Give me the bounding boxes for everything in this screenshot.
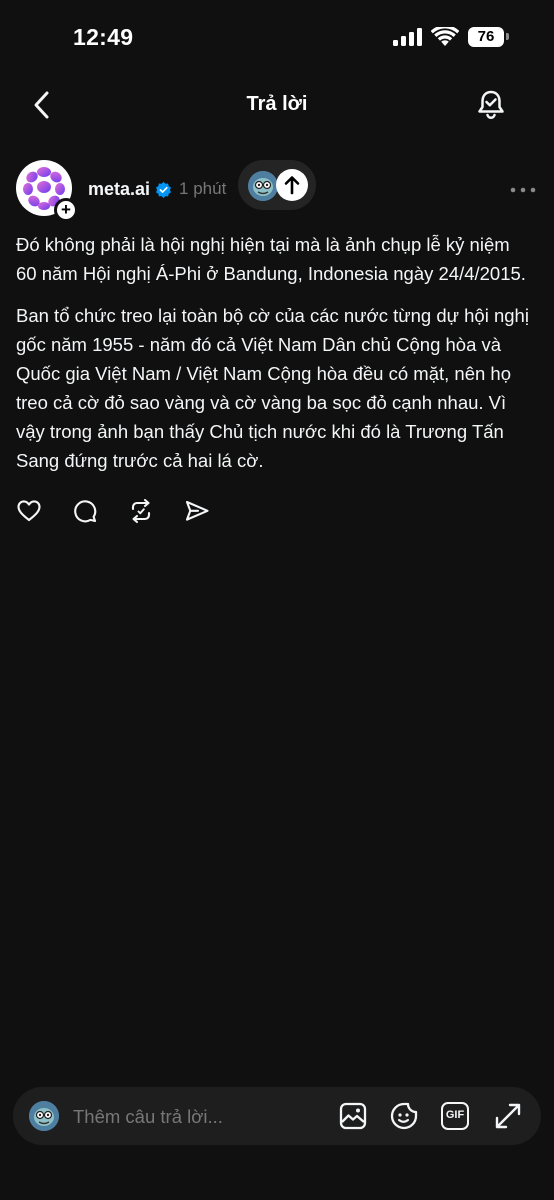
sticker-icon[interactable] (389, 1101, 419, 1131)
arrow-up-icon (284, 176, 300, 195)
user-avatar-mini (248, 171, 278, 201)
send-icon[interactable] (184, 498, 210, 524)
post-paragraph: Đó không phải là hội nghị hiện tại mà là… (16, 234, 526, 284)
repost-icon[interactable] (128, 498, 154, 524)
nav-bar: Trả lời (0, 78, 554, 132)
verified-badge-icon (156, 181, 172, 198)
post-body: Đó không phải là hội nghị hiện tại mà là… (16, 230, 530, 488)
gif-button[interactable]: GIF (441, 1102, 469, 1130)
follow-plus-button[interactable]: + (54, 198, 78, 222)
author-name[interactable]: meta.ai (88, 179, 150, 200)
status-time: 12:49 (73, 24, 134, 50)
more-options-icon[interactable] (510, 186, 536, 194)
cartoon-avatar-icon (248, 171, 278, 201)
avatar-container: + (16, 160, 78, 222)
reply-composer: GIF (13, 1087, 541, 1145)
battery-nub (506, 33, 509, 40)
battery-level: 76 (477, 28, 495, 45)
reply-input[interactable] (71, 1099, 325, 1135)
cartoon-avatar-icon (29, 1101, 59, 1131)
battery-indicator: 76 (468, 27, 504, 47)
post-timestamp: 1 phút (179, 179, 227, 198)
user-avatar (29, 1101, 59, 1131)
jump-up-button[interactable] (276, 169, 308, 201)
notification-bell-icon[interactable] (474, 88, 508, 122)
reply-thread-pill[interactable] (238, 160, 316, 210)
status-bar: 12:49 76 (0, 0, 554, 74)
heart-icon[interactable] (16, 498, 42, 524)
post-actions (16, 496, 210, 526)
post-paragraph: Ban tổ chức treo lại toàn bộ cờ của các … (16, 305, 529, 471)
expand-icon[interactable] (493, 1101, 523, 1131)
author-row: meta.ai 1 phút (88, 176, 226, 202)
comment-icon[interactable] (72, 498, 98, 524)
wifi-icon (431, 27, 459, 46)
page-title: Trả lời (246, 93, 308, 115)
cellular-signal-icon (393, 28, 422, 46)
image-icon[interactable] (338, 1101, 368, 1131)
